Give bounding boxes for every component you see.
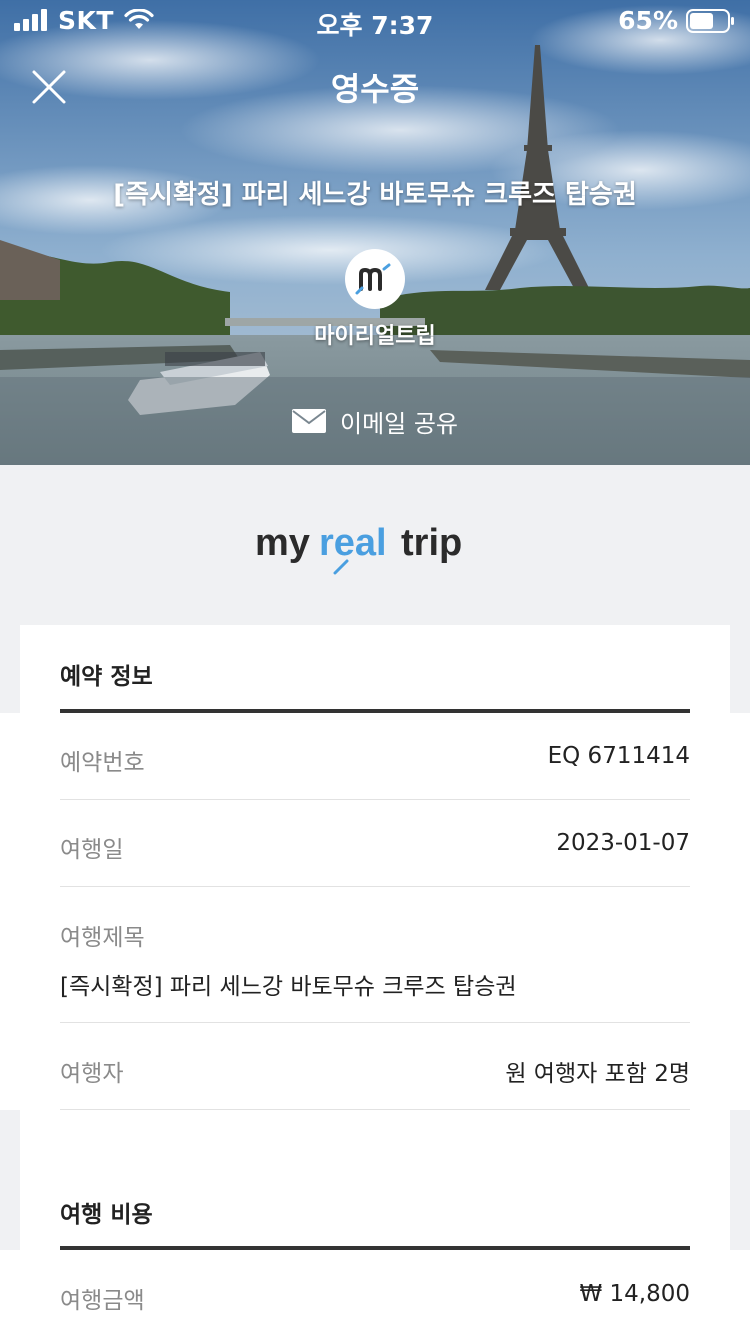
booking-row-travelers: 여행자 원 여행자 포함 2명 bbox=[60, 1023, 690, 1110]
close-icon bbox=[32, 70, 66, 104]
row-label: 여행일 bbox=[60, 837, 124, 863]
brand-logo-part-real: real bbox=[319, 522, 387, 564]
mail-icon bbox=[291, 409, 326, 433]
row-value: [즉시확정] 파리 세느강 바토무슈 크루즈 탑승권 bbox=[60, 974, 517, 1000]
battery-percentage: 65% bbox=[618, 6, 678, 35]
brand-logo-part-my: my bbox=[255, 522, 310, 564]
navigation-bar: 영수증 bbox=[0, 50, 750, 120]
vendor-name: 마이리얼트립 bbox=[314, 324, 436, 349]
vendor-logo bbox=[345, 249, 405, 309]
close-button[interactable] bbox=[26, 64, 72, 110]
brand-area: my real trip bbox=[0, 465, 750, 625]
hero-header: SKT 오후 7:37 65% 영수증 [즉시확정] 파리 세느강 바토무슈 크… bbox=[0, 0, 750, 465]
booking-section-title: 예약 정보 bbox=[60, 664, 153, 690]
booking-row-reservation-number: 예약번호 EQ 6711414 bbox=[60, 713, 690, 800]
booking-row-travel-title: 여행제목 [즉시확정] 파리 세느강 바토무슈 크루즈 탑승권 bbox=[60, 887, 690, 1023]
email-share-button[interactable]: 이메일 공유 bbox=[0, 377, 750, 465]
myrealtrip-logo: my real trip bbox=[255, 522, 462, 575]
row-label: 여행자 bbox=[60, 1061, 124, 1087]
status-bar: SKT 오후 7:37 65% bbox=[0, 0, 750, 40]
row-label: 여행제목 bbox=[60, 925, 145, 951]
email-share-label: 이메일 공유 bbox=[339, 409, 459, 438]
row-value: ₩ 14,800 bbox=[579, 1281, 690, 1307]
brand-logo-part-trip: trip bbox=[401, 522, 462, 564]
battery-icon bbox=[686, 8, 734, 33]
row-value: EQ 6711414 bbox=[547, 743, 690, 769]
row-value: 2023-01-07 bbox=[556, 830, 690, 856]
product-title: [즉시확정] 파리 세느강 바토무슈 크루즈 탑승권 bbox=[113, 180, 637, 210]
receipt-screen: SKT 오후 7:37 65% 영수증 [즉시확정] 파리 세느강 바토무슈 크… bbox=[0, 0, 750, 1334]
cost-card-header bbox=[20, 1110, 730, 1250]
booking-row-travel-date: 여행일 2023-01-07 bbox=[60, 800, 690, 887]
row-label: 예약번호 bbox=[60, 750, 145, 776]
cost-section-title: 여행 비용 bbox=[60, 1202, 153, 1228]
myrealtrip-m-logo-icon bbox=[355, 263, 391, 295]
row-label: 여행금액 bbox=[60, 1288, 145, 1314]
row-value: 원 여행자 포함 2명 bbox=[505, 1061, 690, 1087]
cost-row-amount: 여행금액 ₩ 14,800 bbox=[60, 1250, 690, 1334]
page-title: 영수증 bbox=[330, 70, 420, 108]
